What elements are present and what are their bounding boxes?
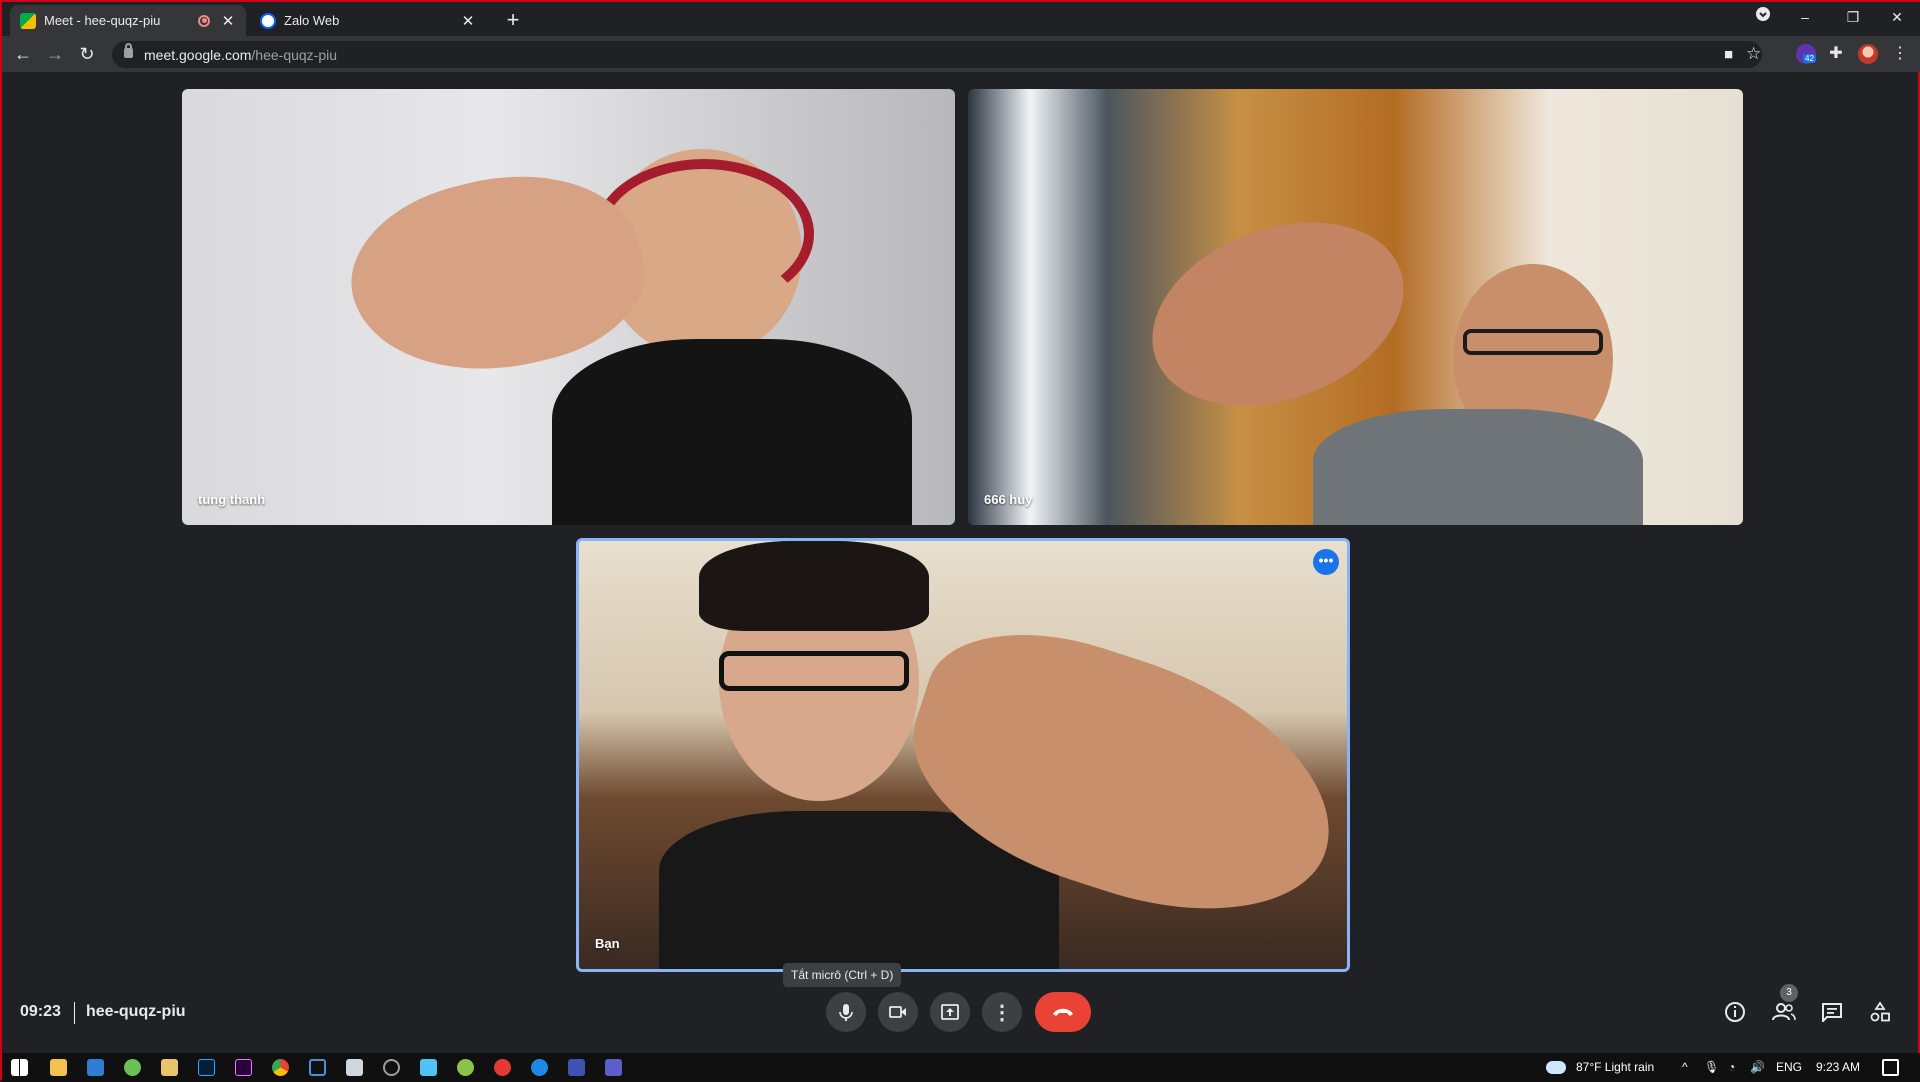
microphone-tray-icon[interactable]: 🎙 xyxy=(1704,1060,1719,1074)
app-red-icon[interactable] xyxy=(494,1059,511,1076)
meet-control-bar: 09:23 hee-quqz-piu ⋮ 3 xyxy=(2,984,1920,1053)
reload-button[interactable]: ↻ xyxy=(74,41,100,67)
present-icon xyxy=(941,1004,959,1020)
taskbar-clock[interactable]: 9:23 AM xyxy=(1816,1060,1860,1074)
windows-start-icon[interactable] xyxy=(11,1059,28,1076)
participant-tile-self[interactable]: ••• Bạn xyxy=(576,538,1350,972)
restore-button[interactable]: ❐ xyxy=(1830,2,1876,32)
participant-name: Bạn xyxy=(595,936,620,951)
chrome-icon[interactable] xyxy=(272,1059,289,1076)
browser-menu-icon[interactable]: ⋮ xyxy=(1890,44,1910,64)
more-options-button[interactable]: ••• xyxy=(1313,549,1339,575)
shirt-shape xyxy=(1313,409,1643,525)
hang-up-icon xyxy=(1053,1008,1073,1016)
extension-badge: 42 xyxy=(1803,54,1816,63)
show-hidden-icons-icon[interactable]: ^ xyxy=(1682,1060,1688,1074)
app-green-icon[interactable] xyxy=(124,1059,141,1076)
tab-strip: Meet - hee-quqz-piu ✕ Zalo Web ✕ + – ❐ ✕ xyxy=(2,2,1920,36)
app-blue-square-icon[interactable] xyxy=(309,1059,326,1076)
present-screen-button[interactable] xyxy=(930,992,970,1032)
app-circle-icon[interactable] xyxy=(383,1059,400,1076)
activities-button[interactable] xyxy=(1865,997,1895,1027)
app-yellow-icon[interactable] xyxy=(161,1059,178,1076)
url-path: /hee-quqz-piu xyxy=(251,47,338,63)
app-cube-icon[interactable] xyxy=(346,1059,363,1076)
activities-icon xyxy=(1870,1001,1890,1022)
info-icon xyxy=(1725,1002,1745,1022)
app-leaf-icon[interactable] xyxy=(457,1059,474,1076)
camera-button[interactable] xyxy=(878,992,918,1032)
meeting-code: hee-quqz-piu xyxy=(86,1003,186,1020)
close-tab-icon[interactable]: ✕ xyxy=(460,12,476,30)
participant-name: 666 huy xyxy=(984,492,1033,507)
arm-shape xyxy=(1126,189,1430,439)
minimize-button[interactable]: – xyxy=(1782,2,1828,32)
more-vert-icon: ⋮ xyxy=(992,1001,1012,1024)
glasses-shape xyxy=(719,651,909,691)
extension-icon[interactable]: 42 xyxy=(1796,44,1816,64)
participant-tile-tung-thanh[interactable]: tung thanh xyxy=(182,89,955,525)
back-button[interactable]: ← xyxy=(10,41,36,67)
more-options-button[interactable]: ⋮ xyxy=(982,992,1022,1032)
microphone-icon xyxy=(839,1004,853,1021)
network-icon[interactable]: ◔ xyxy=(1728,1060,1735,1074)
extensions-puzzle-icon[interactable]: ✚ xyxy=(1826,44,1846,64)
volume-icon[interactable]: 🔊 xyxy=(1750,1060,1765,1074)
people-count-badge: 3 xyxy=(1780,984,1798,1002)
window-frame: Meet - hee-quqz-piu ✕ Zalo Web ✕ + – ❐ ✕… xyxy=(0,0,1920,1082)
file-explorer-icon[interactable] xyxy=(50,1059,67,1076)
teams-icon[interactable] xyxy=(605,1059,622,1076)
close-window-button[interactable]: ✕ xyxy=(1874,2,1920,32)
address-bar[interactable]: meet.google.com/hee-quqz-piu ■ ☆ xyxy=(112,41,1762,68)
microphone-button[interactable] xyxy=(826,992,866,1032)
tab-title: Meet - hee-quqz-piu xyxy=(44,13,161,28)
participant-tile-666-huy[interactable]: 666 huy xyxy=(968,89,1743,525)
recording-icon xyxy=(198,14,210,27)
app-hex-icon[interactable] xyxy=(420,1059,437,1076)
url-text: meet.google.com/hee-quqz-piu xyxy=(144,47,337,63)
weather-cloud-icon[interactable] xyxy=(1546,1061,1566,1074)
photoshop-icon[interactable] xyxy=(198,1059,215,1076)
lock-icon xyxy=(124,43,133,58)
notifications-icon[interactable] xyxy=(1882,1059,1899,1076)
url-host: meet.google.com xyxy=(144,47,252,63)
tab-meet[interactable]: Meet - hee-quqz-piu ✕ xyxy=(10,5,246,36)
hair-shape xyxy=(699,541,929,631)
people-icon xyxy=(1772,1003,1796,1021)
weather-text[interactable]: 87°F Light rain xyxy=(1576,1060,1654,1074)
glasses-shape xyxy=(1463,329,1603,355)
meeting-details-button[interactable] xyxy=(1720,997,1750,1027)
divider xyxy=(74,1002,75,1024)
edge-icon[interactable] xyxy=(531,1059,548,1076)
app-flag-icon[interactable] xyxy=(568,1059,585,1076)
tab-zalo[interactable]: Zalo Web ✕ xyxy=(250,5,486,36)
browser-toolbar: ← → ↻ meet.google.com/hee-quqz-piu ■ ☆ 4… xyxy=(2,36,1920,72)
shirt-shape xyxy=(552,339,912,525)
premiere-icon[interactable] xyxy=(235,1059,252,1076)
profile-menu-icon[interactable] xyxy=(1740,2,1786,32)
end-call-button[interactable] xyxy=(1035,992,1091,1032)
meeting-time: 09:23 xyxy=(20,1003,61,1020)
zalo-favicon-icon xyxy=(260,12,276,29)
chat-icon xyxy=(1822,1003,1842,1022)
tab-title: Zalo Web xyxy=(284,13,340,28)
participant-name: tung thanh xyxy=(198,492,266,507)
people-button[interactable] xyxy=(1769,997,1799,1027)
forward-button[interactable]: → xyxy=(42,41,68,67)
camera-in-use-icon[interactable]: ■ xyxy=(1724,46,1733,63)
close-tab-icon[interactable]: ✕ xyxy=(220,12,236,30)
video-camera-icon xyxy=(889,1006,906,1018)
bookmark-star-icon[interactable]: ☆ xyxy=(1746,44,1761,64)
mic-tooltip: Tắt micrô (Ctrl + D) xyxy=(783,963,902,987)
chat-button[interactable] xyxy=(1817,997,1847,1027)
language-indicator[interactable]: ENG xyxy=(1776,1060,1802,1074)
meet-favicon-icon xyxy=(20,12,36,29)
windows-taskbar: 87°F Light rain ^ 🎙 ◔ 🔊 ENG 9:23 AM xyxy=(2,1053,1920,1082)
new-tab-button[interactable]: + xyxy=(500,7,526,33)
mail-icon[interactable] xyxy=(87,1059,104,1076)
avatar[interactable] xyxy=(1858,44,1878,64)
